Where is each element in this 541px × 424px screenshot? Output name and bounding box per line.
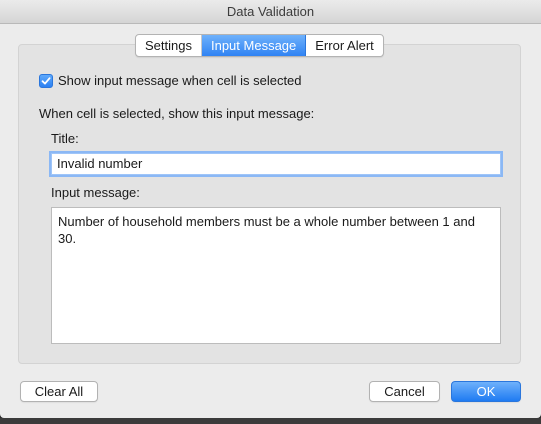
section-heading: When cell is selected, show this input m… xyxy=(39,106,315,121)
tab-settings[interactable]: Settings xyxy=(136,35,202,56)
clear-all-button[interactable]: Clear All xyxy=(20,381,98,402)
data-validation-dialog: Data Validation Settings Input Message E… xyxy=(0,0,541,418)
tab-bar: Settings Input Message Error Alert xyxy=(135,34,384,57)
background-window-edge xyxy=(0,418,541,424)
input-message-textarea[interactable]: Number of household members must be a wh… xyxy=(51,207,501,344)
title-label: Title: xyxy=(51,131,79,146)
show-message-option[interactable]: Show input message when cell is selected xyxy=(39,73,302,88)
title-input[interactable]: Invalid number xyxy=(51,153,501,175)
show-message-checkbox[interactable] xyxy=(39,73,53,88)
checkmark-icon xyxy=(41,76,51,84)
tab-input-message[interactable]: Input Message xyxy=(201,35,307,56)
cancel-button[interactable]: Cancel xyxy=(369,381,440,402)
show-message-label: Show input message when cell is selected xyxy=(58,73,302,88)
tab-error-alert[interactable]: Error Alert xyxy=(306,35,383,56)
input-message-label: Input message: xyxy=(51,185,140,200)
ok-button[interactable]: OK xyxy=(451,381,521,402)
window-title: Data Validation xyxy=(0,0,541,24)
